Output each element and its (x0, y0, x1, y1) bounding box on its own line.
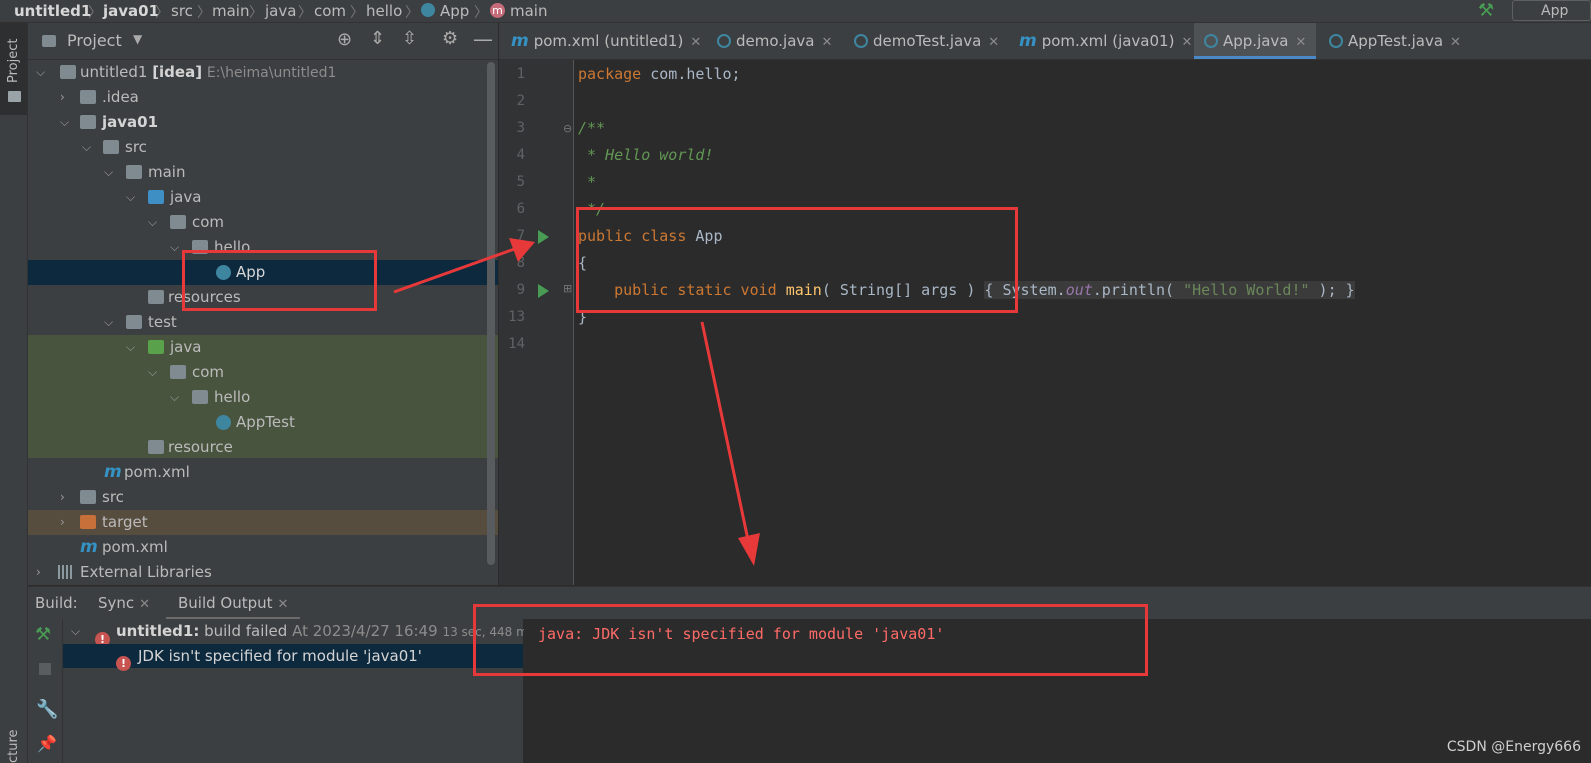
annotation-arrow-line (700, 321, 750, 541)
watermark: CSDN @Energy666 (1446, 739, 1581, 755)
annotation-arrow-head (738, 533, 760, 566)
annotation-arrows (393, 238, 760, 566)
annotation-arrow-line (393, 245, 521, 294)
